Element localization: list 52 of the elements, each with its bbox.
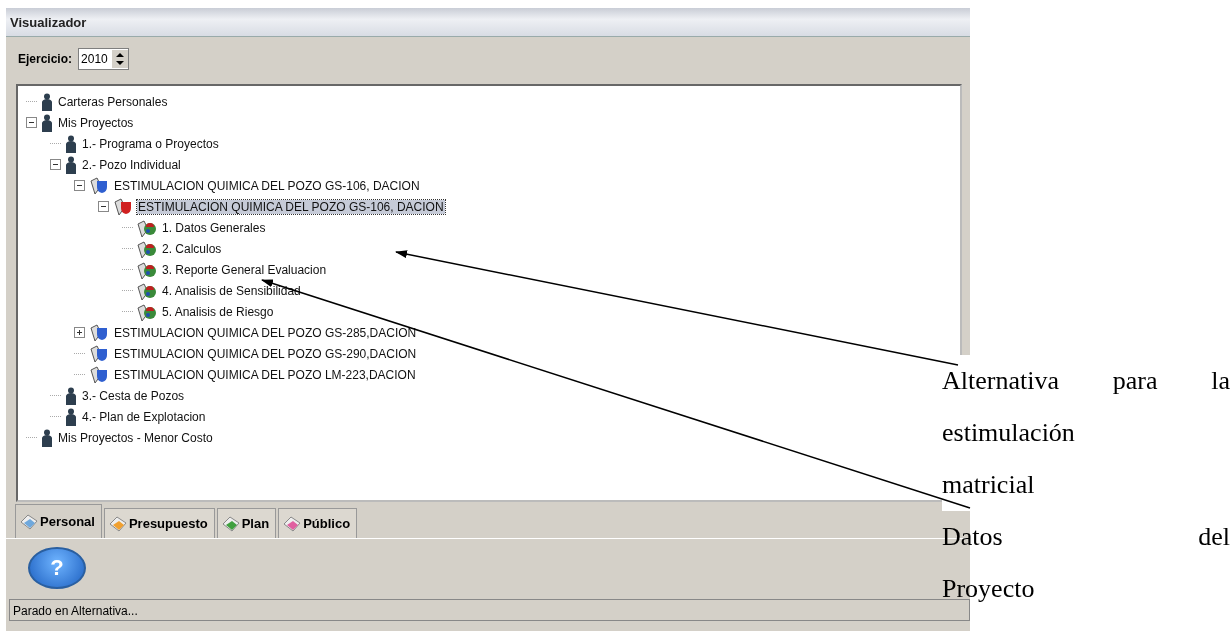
tab[interactable]: Público <box>278 508 358 538</box>
shield-icon <box>89 323 109 342</box>
globe-icon <box>137 302 157 321</box>
person-icon <box>41 92 53 111</box>
collapse-icon[interactable] <box>98 201 109 212</box>
globe-icon <box>137 218 157 237</box>
collapse-icon[interactable] <box>50 159 61 170</box>
tree-item[interactable]: ESTIMULACION QUIMICA DEL POZO LM-223,DACION <box>113 367 417 382</box>
callout-text: estimulación <box>942 417 1076 449</box>
tree-item[interactable]: 4. Analisis de Sensibilidad <box>161 283 302 298</box>
shield-icon <box>89 176 109 195</box>
tree-item[interactable]: Carteras Personales <box>57 94 169 109</box>
shield-icon <box>113 197 133 216</box>
tree-item[interactable]: 3. Reporte General Evaluacion <box>161 262 328 277</box>
tree-item[interactable]: ESTIMULACION QUIMICA DEL POZO GS-106, DACION <box>113 178 421 193</box>
tree-item[interactable]: 1.- Programa o Proyectos <box>81 136 220 151</box>
year-spinner[interactable]: 2010 <box>78 47 129 70</box>
globe-icon <box>137 239 157 258</box>
shield-icon <box>89 365 109 384</box>
person-icon <box>65 134 77 153</box>
tree-item[interactable]: 2. Calculos <box>161 241 223 256</box>
tree-item[interactable]: Mis Proyectos <box>57 115 135 130</box>
collapse-icon[interactable] <box>26 117 37 128</box>
person-icon <box>65 407 77 426</box>
person-icon <box>65 386 77 405</box>
person-icon <box>65 155 77 174</box>
shield-icon <box>89 344 109 363</box>
tree-item[interactable]: ESTIMULACION QUIMICA DEL POZO GS-106, DACION <box>137 199 445 214</box>
tree-item[interactable]: ESTIMULACION QUIMICA DEL POZO GS-285,DACION <box>113 325 418 340</box>
tree-item[interactable]: 4.- Plan de Explotacion <box>81 409 207 424</box>
status-bar: Parado en Alternativa... <box>9 599 970 621</box>
spinner-arrows-icon[interactable] <box>111 49 128 68</box>
tree-item[interactable]: 2.- Pozo Individual <box>81 157 182 172</box>
callout-text: Datos del <box>942 521 1230 553</box>
callout-text: matricial <box>942 469 1036 501</box>
person-icon <box>41 428 53 447</box>
window-title: Visualizador <box>6 8 970 37</box>
tree-item[interactable]: ESTIMULACION QUIMICA DEL POZO GS-290,DACION <box>113 346 418 361</box>
tab[interactable]: Presupuesto <box>103 508 215 538</box>
tree-item[interactable]: 1. Datos Generales <box>161 220 267 235</box>
expand-icon[interactable] <box>74 327 85 338</box>
callout-text: Alternativa para la <box>942 365 1230 397</box>
tree-item[interactable]: 3.- Cesta de Pozos <box>81 388 186 403</box>
globe-icon <box>137 281 157 300</box>
tree-item[interactable]: Mis Proyectos - Menor Costo <box>57 430 214 445</box>
person-icon <box>41 113 53 132</box>
tab[interactable]: Plan <box>216 508 277 538</box>
year-label: Ejercicio: <box>18 51 73 66</box>
tree-item[interactable]: 5. Analisis de Riesgo <box>161 304 275 319</box>
collapse-icon[interactable] <box>74 180 85 191</box>
tab[interactable]: Personal <box>15 504 102 538</box>
globe-icon <box>137 260 157 279</box>
